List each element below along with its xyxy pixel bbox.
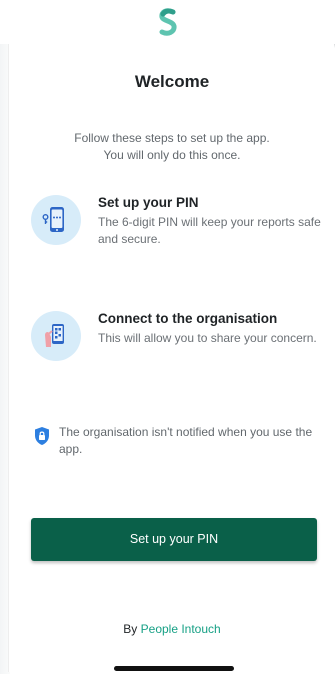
top-bar xyxy=(0,0,335,44)
step-text: Set up your PIN The 6-digit PIN will kee… xyxy=(98,195,323,248)
by-label: By xyxy=(123,622,138,636)
step-setup-pin: Set up your PIN The 6-digit PIN will kee… xyxy=(31,195,323,248)
phone-qr-icon xyxy=(31,311,81,361)
footer-attribution: By People Intouch xyxy=(9,622,335,636)
s-logo-icon xyxy=(158,8,177,36)
step-description: The 6-digit PIN will keep your reports s… xyxy=(98,215,321,246)
intro-text: Follow these steps to set up the app. Yo… xyxy=(29,130,315,164)
page-title: Welcome xyxy=(134,72,210,91)
notice-text: The organisation isn't notified when you… xyxy=(59,425,313,456)
setup-pin-button[interactable]: Set up your PIN xyxy=(31,518,317,561)
intro-line-2: You will only do this once. xyxy=(103,148,241,162)
step-title: Connect to the organisation xyxy=(98,311,278,326)
phone-pin-icon xyxy=(31,195,81,245)
home-indicator[interactable] xyxy=(114,666,234,671)
welcome-card: Welcome Follow these steps to set up the… xyxy=(8,44,334,672)
intro-line-1: Follow these steps to set up the app. xyxy=(74,131,270,145)
privacy-notice: The organisation isn't notified when you… xyxy=(33,424,321,458)
screen: Welcome Follow these steps to set up the… xyxy=(0,0,335,674)
step-title: Set up your PIN xyxy=(98,195,199,210)
step-text: Connect to the organisation This will al… xyxy=(98,311,323,361)
shield-lock-icon xyxy=(35,427,49,445)
step-description: This will allow you to share your concer… xyxy=(98,331,317,345)
people-intouch-link[interactable]: People Intouch xyxy=(141,622,221,636)
step-connect-organisation: Connect to the organisation This will al… xyxy=(31,311,323,361)
